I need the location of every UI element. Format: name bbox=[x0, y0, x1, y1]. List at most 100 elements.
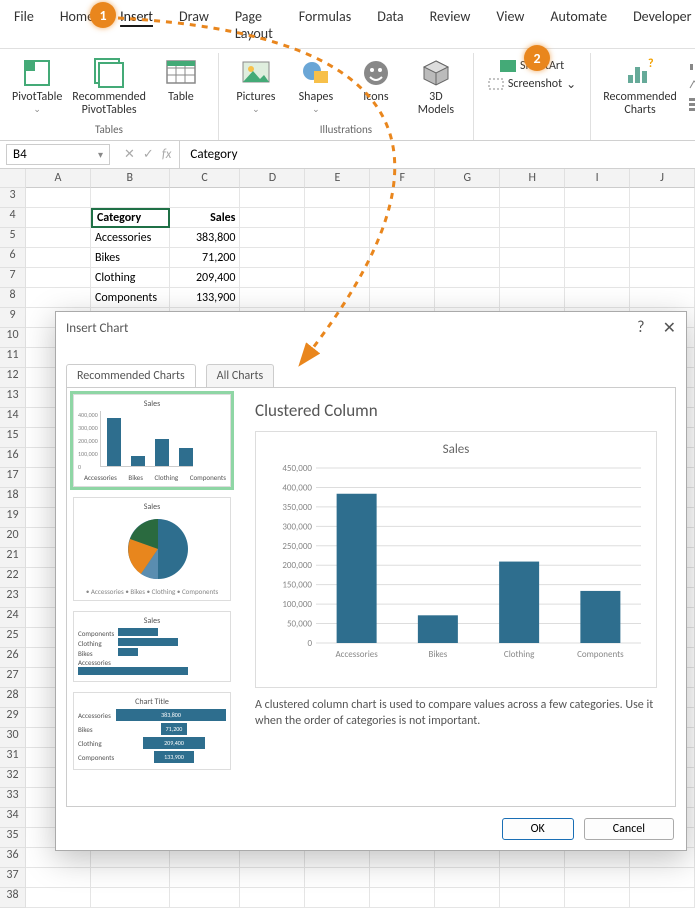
tab-review[interactable]: Review bbox=[426, 4, 475, 48]
cell-I3[interactable] bbox=[565, 188, 630, 208]
cell-I38[interactable] bbox=[565, 888, 630, 908]
cell-F38[interactable] bbox=[370, 888, 435, 908]
cell-I5[interactable] bbox=[565, 228, 630, 248]
rowhead-13[interactable]: 13 bbox=[0, 388, 26, 408]
cell-E5[interactable] bbox=[305, 228, 370, 248]
cell-I7[interactable] bbox=[565, 268, 630, 288]
thumb-pie[interactable]: Sales • Accessories • Bikes • Clothing •… bbox=[73, 497, 231, 601]
cell-G38[interactable] bbox=[435, 888, 500, 908]
rowhead-37[interactable]: 37 bbox=[0, 868, 26, 888]
formula-input[interactable]: Category bbox=[180, 147, 247, 162]
cell-B37[interactable] bbox=[91, 868, 170, 888]
cell-F5[interactable] bbox=[370, 228, 435, 248]
cell-G4[interactable] bbox=[435, 208, 500, 228]
cell-I37[interactable] bbox=[565, 868, 630, 888]
cell-I4[interactable] bbox=[565, 208, 630, 228]
cell-G7[interactable] bbox=[435, 268, 500, 288]
help-button[interactable]: ? bbox=[637, 318, 644, 338]
rowhead-4[interactable]: 4 bbox=[0, 208, 26, 228]
cell-H3[interactable] bbox=[500, 188, 565, 208]
cell-F6[interactable] bbox=[370, 248, 435, 268]
colhead-I[interactable]: I bbox=[565, 169, 630, 188]
cell-E8[interactable] bbox=[305, 288, 370, 308]
rowhead-32[interactable]: 32 bbox=[0, 768, 26, 788]
cell-A6[interactable] bbox=[26, 248, 91, 268]
rowhead-8[interactable]: 8 bbox=[0, 288, 26, 308]
colhead-A[interactable]: A bbox=[26, 169, 91, 188]
cell-J37[interactable] bbox=[630, 868, 695, 888]
rowhead-14[interactable]: 14 bbox=[0, 408, 26, 428]
colhead-F[interactable]: F bbox=[370, 169, 435, 188]
cell-J4[interactable] bbox=[630, 208, 695, 228]
cell-D6[interactable] bbox=[240, 248, 305, 268]
cell-B5[interactable]: Accessories bbox=[91, 228, 170, 248]
cell-I36[interactable] bbox=[565, 848, 630, 868]
cell-J36[interactable] bbox=[630, 848, 695, 868]
rowhead-29[interactable]: 29 bbox=[0, 708, 26, 728]
cell-I6[interactable] bbox=[565, 248, 630, 268]
cancel-formula-icon[interactable]: ✕ bbox=[124, 147, 135, 162]
close-button[interactable]: ✕ bbox=[663, 318, 676, 338]
rowhead-35[interactable]: 35 bbox=[0, 828, 26, 848]
cell-C38[interactable] bbox=[170, 888, 241, 908]
cell-F8[interactable] bbox=[370, 288, 435, 308]
cell-D8[interactable] bbox=[240, 288, 305, 308]
namebox-dropdown-icon[interactable]: ▾ bbox=[98, 148, 103, 161]
rowhead-12[interactable]: 12 bbox=[0, 368, 26, 388]
cell-D3[interactable] bbox=[240, 188, 305, 208]
cell-J7[interactable] bbox=[630, 268, 695, 288]
tab-all-charts[interactable]: All Charts bbox=[206, 364, 275, 387]
cell-B38[interactable] bbox=[91, 888, 170, 908]
cell-C5[interactable]: 383,800 bbox=[170, 228, 241, 248]
cell-D38[interactable] bbox=[240, 888, 305, 908]
rowhead-38[interactable]: 38 bbox=[0, 888, 26, 908]
chart-type-line[interactable]: ⌄ bbox=[685, 75, 695, 93]
tab-recommended-charts[interactable]: Recommended Charts bbox=[66, 364, 196, 387]
cell-E4[interactable] bbox=[305, 208, 370, 228]
chart-type-column[interactable]: ⌄ bbox=[685, 55, 695, 73]
rowhead-26[interactable]: 26 bbox=[0, 648, 26, 668]
cell-C6[interactable]: 71,200 bbox=[170, 248, 241, 268]
cell-B3[interactable] bbox=[91, 188, 170, 208]
cell-C4[interactable]: Sales bbox=[170, 208, 241, 228]
cell-H7[interactable] bbox=[500, 268, 565, 288]
cell-B36[interactable] bbox=[91, 848, 170, 868]
cell-B8[interactable]: Components bbox=[91, 288, 170, 308]
rowhead-21[interactable]: 21 bbox=[0, 548, 26, 568]
rowhead-31[interactable]: 31 bbox=[0, 748, 26, 768]
cell-E3[interactable] bbox=[305, 188, 370, 208]
tab-draw[interactable]: Draw bbox=[175, 4, 213, 48]
cell-G6[interactable] bbox=[435, 248, 500, 268]
cancel-button[interactable]: Cancel bbox=[584, 818, 674, 840]
colhead-G[interactable]: G bbox=[435, 169, 500, 188]
rowhead-17[interactable]: 17 bbox=[0, 468, 26, 488]
cell-H37[interactable] bbox=[500, 868, 565, 888]
tab-developer[interactable]: Developer bbox=[629, 4, 695, 48]
fx-icon[interactable]: fx bbox=[162, 147, 172, 162]
rowhead-23[interactable]: 23 bbox=[0, 588, 26, 608]
cell-E36[interactable] bbox=[305, 848, 370, 868]
cell-E7[interactable] bbox=[305, 268, 370, 288]
cell-F37[interactable] bbox=[370, 868, 435, 888]
cell-D37[interactable] bbox=[240, 868, 305, 888]
tab-formulas[interactable]: Formulas bbox=[295, 4, 355, 48]
pictures-button[interactable]: Pictures⌄ bbox=[229, 53, 283, 121]
name-box[interactable]: B4▾ bbox=[6, 144, 110, 165]
cell-B7[interactable]: Clothing bbox=[91, 268, 170, 288]
cell-F3[interactable] bbox=[370, 188, 435, 208]
cell-J6[interactable] bbox=[630, 248, 695, 268]
rowhead-5[interactable]: 5 bbox=[0, 228, 26, 248]
cell-D5[interactable] bbox=[240, 228, 305, 248]
table-button[interactable]: Table bbox=[154, 53, 208, 121]
cell-G37[interactable] bbox=[435, 868, 500, 888]
recommended-pivot-button[interactable]: Recommended PivotTables bbox=[70, 53, 148, 121]
rowhead-18[interactable]: 18 bbox=[0, 488, 26, 508]
pivottable-button[interactable]: PivotTable⌄ bbox=[10, 53, 64, 121]
cell-E38[interactable] bbox=[305, 888, 370, 908]
tab-file[interactable]: File bbox=[10, 4, 38, 48]
thumb-funnel[interactable]: Chart Title Accessories383,800 Bikes71,2… bbox=[73, 692, 231, 770]
rowhead-34[interactable]: 34 bbox=[0, 808, 26, 828]
cell-F36[interactable] bbox=[370, 848, 435, 868]
cell-H6[interactable] bbox=[500, 248, 565, 268]
rowhead-3[interactable]: 3 bbox=[0, 188, 26, 208]
